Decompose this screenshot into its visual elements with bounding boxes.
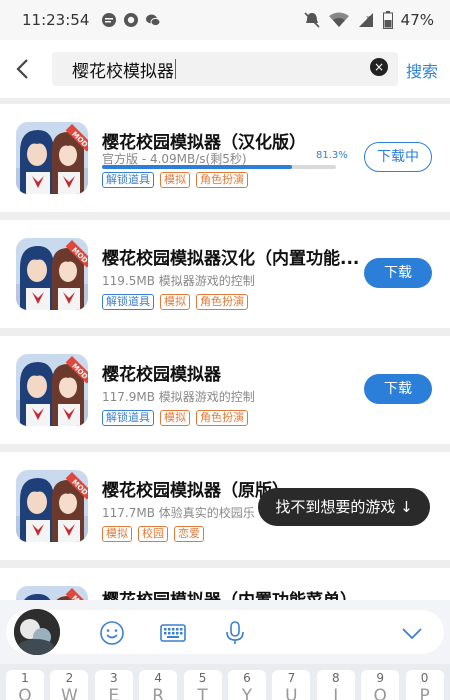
result-card[interactable]: MOD 樱花校园模拟器（汉化版） 官方版 - 4.09MB/s(剩5秒) 81.3% 解… (0, 104, 450, 212)
download-button[interactable]: 下载 (364, 258, 432, 288)
battery-icon (382, 11, 393, 29)
keyboard-key[interactable]: 9O (361, 670, 400, 700)
wifi-icon (328, 12, 349, 27)
key-number: 9 (376, 671, 384, 685)
search-input[interactable]: 樱花校模拟器 (52, 52, 398, 86)
search-query: 樱花校模拟器 (72, 61, 174, 82)
key-number: 4 (154, 671, 162, 685)
tag: 恋爱 (174, 526, 204, 542)
download-progress-bar (102, 165, 336, 169)
key-letter: U (285, 686, 298, 700)
key-letter: W (60, 686, 78, 700)
download-progress-fill (102, 165, 293, 169)
keyboard-key[interactable]: 6Y (228, 670, 266, 700)
result-card[interactable]: MOD 樱花校园模拟器 117.9MB 模拟器游戏的控制 解锁道具 模拟 角色扮演 下载 (0, 336, 450, 444)
signal-icon: x (358, 13, 373, 27)
key-letter: T (197, 686, 208, 700)
tag: 解锁道具 (102, 172, 154, 188)
app-description: 117.9MB 模拟器游戏的控制 (102, 390, 255, 404)
result-card[interactable]: MOD 樱花校园模拟器（内置功能菜单） (0, 568, 450, 604)
wechat-icon (146, 14, 161, 27)
key-number: 2 (65, 671, 74, 685)
keyboard-key[interactable]: 7U (272, 670, 311, 700)
tag: 角色扮演 (196, 294, 248, 310)
key-number: 7 (287, 671, 296, 685)
microphone-icon[interactable] (222, 620, 248, 646)
status-indicators: x 47% (303, 11, 434, 29)
key-letter: O (373, 686, 387, 700)
tag-list: 解锁道具 模拟 角色扮演 (102, 294, 248, 310)
collapse-chevron-icon[interactable] (399, 620, 425, 646)
emoji-icon[interactable] (99, 620, 125, 646)
text-cursor (175, 59, 176, 79)
keyboard-key[interactable]: 2W (50, 670, 89, 700)
chat-bubble-icon (102, 13, 117, 27)
record-icon (124, 13, 139, 27)
app-title[interactable]: 樱花校园模拟器汉化（内置功能... (102, 244, 359, 269)
tag: 模拟 (102, 526, 132, 542)
keyboard-key[interactable]: 1Q (6, 670, 44, 700)
tag-list: 模拟 校园 恋爱 (102, 526, 204, 542)
clear-search-icon[interactable]: × (370, 58, 388, 76)
back-arrow-icon (16, 59, 28, 79)
search-button[interactable]: 搜索 (406, 58, 438, 82)
key-letter: P (419, 686, 430, 700)
tag: 模拟 (160, 172, 190, 188)
download-button[interactable]: 下载 (364, 374, 432, 404)
key-number: 0 (420, 671, 429, 685)
app-icon[interactable]: MOD (16, 122, 88, 194)
keyboard-key[interactable]: 8I (316, 670, 355, 700)
svg-text:x: x (366, 14, 370, 22)
key-number: 6 (243, 671, 251, 685)
tag-list: 解锁道具 模拟 角色扮演 (102, 172, 248, 188)
downloading-button[interactable]: 下载中 (364, 142, 432, 172)
key-number: 1 (21, 671, 29, 685)
key-number: 8 (331, 671, 340, 685)
tag: 解锁道具 (102, 294, 154, 310)
keyboard-key[interactable]: 5T (183, 670, 222, 700)
key-letter: R (152, 686, 165, 700)
keyboard-key[interactable]: 4R (139, 670, 178, 700)
app-description: 119.5MB 模拟器游戏的控制 (102, 274, 255, 288)
key-letter: I (333, 686, 339, 700)
result-card[interactable]: MOD 樱花校园模拟器汉化（内置功能... 119.5MB 模拟器游戏的控制 解锁道具… (0, 220, 450, 328)
tag: 模拟 (160, 294, 190, 310)
app-icon[interactable]: MOD (16, 238, 88, 310)
tag: 校园 (138, 526, 168, 542)
tag: 模拟 (160, 410, 190, 426)
tag: 角色扮演 (196, 410, 248, 426)
avatar[interactable] (14, 609, 60, 655)
app-description: 117.7MB 体验真实的校园乐 (102, 506, 255, 520)
key-number: 3 (109, 671, 118, 685)
tag: 解锁道具 (102, 410, 154, 426)
key-letter: E (108, 686, 120, 700)
key-letter: Y (241, 686, 253, 700)
battery-percent: 47% (400, 11, 434, 29)
app-icon[interactable]: MOD (16, 470, 88, 542)
tag-list: 解锁道具 模拟 角色扮演 (102, 410, 248, 426)
download-progress-label: 81.3% (316, 150, 348, 161)
tag: 角色扮演 (196, 172, 248, 188)
keyboard-keys: 1Q2W3E4R5T6Y7U8I9O0P (0, 664, 450, 700)
key-letter: Q (18, 686, 32, 700)
key-number: 5 (198, 671, 207, 685)
keyboard-key[interactable]: 0P (405, 670, 444, 700)
back-button[interactable] (2, 40, 42, 98)
status-time: 11:23:54 (22, 11, 90, 29)
keyboard-key[interactable]: 3E (94, 670, 133, 700)
keyboard-icon[interactable] (160, 620, 186, 646)
not-found-toast[interactable]: 找不到想要的游戏 ↓ (258, 488, 430, 526)
app-icon[interactable]: MOD (16, 354, 88, 426)
app-title[interactable]: 樱花校园模拟器 (102, 360, 221, 385)
status-bar: 11:23:54 x 47% (0, 0, 450, 40)
avatar-image (14, 609, 60, 655)
mute-icon (304, 12, 320, 28)
